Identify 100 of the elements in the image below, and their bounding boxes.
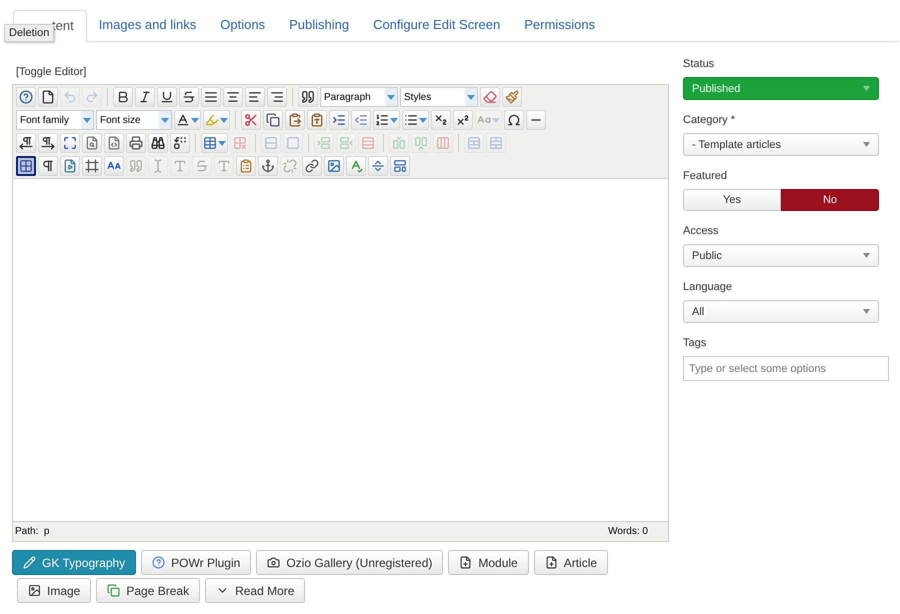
editor-extension-button[interactable]: Read More — [205, 578, 306, 603]
delete-table-icon — [233, 136, 247, 150]
row-properties-icon — [264, 136, 278, 150]
caret-icon — [419, 118, 427, 122]
image-icon — [28, 584, 41, 597]
caret-icon — [863, 142, 870, 147]
paragraph-left-icon — [19, 136, 33, 150]
toolbar-split-button[interactable] — [174, 110, 201, 130]
editor-extension-button[interactable]: Page Break — [96, 578, 200, 603]
field-label: Featured — [683, 170, 728, 182]
tab[interactable]: Configure Edit Screen — [361, 10, 512, 42]
field-label: Tags — [683, 337, 708, 349]
align-left-icon — [248, 90, 262, 104]
select-field[interactable]: - Template articles — [683, 133, 879, 156]
insert-row-after-icon — [339, 136, 353, 150]
table-icon — [203, 136, 217, 150]
toolbar-dropdown[interactable]: Styles — [400, 87, 478, 107]
toolbar-dropdown[interactable]: Font size — [96, 110, 172, 130]
toolbar-dropdown[interactable]: Paragraph — [320, 87, 398, 107]
field-label: Category * — [683, 114, 736, 126]
outdent-icon — [354, 113, 368, 127]
anchor-icon — [261, 159, 275, 173]
indent-icon — [332, 113, 346, 127]
numbered-list-icon — [375, 113, 389, 127]
tab[interactable]: Permissions — [512, 10, 608, 42]
pilcrow-icon — [41, 159, 55, 173]
select-field[interactable]: Public — [683, 244, 879, 267]
caret-icon — [159, 111, 171, 129]
editor-extension-button[interactable]: Article — [534, 550, 608, 575]
toolbar-split-button[interactable] — [402, 110, 429, 130]
page-break-icon — [371, 159, 385, 173]
editor-extension-button[interactable]: Ozio Gallery (Unregistered) — [256, 550, 444, 575]
strikethrough-icon — [182, 90, 196, 104]
insert-column-before-icon — [392, 136, 406, 150]
spellcheck-icon — [349, 159, 363, 173]
tags-input-field[interactable]: Type or select some options — [683, 356, 889, 381]
toolbar-button[interactable] — [16, 156, 36, 176]
unlink-icon — [283, 159, 297, 173]
tooltip: Deletion — [4, 24, 54, 42]
caret-icon — [191, 118, 199, 122]
camera-icon — [267, 556, 280, 569]
italic-icon — [138, 90, 152, 104]
undo-icon — [63, 90, 77, 104]
toolbar-dropdown[interactable]: Font family — [16, 110, 94, 130]
caret-icon — [492, 118, 500, 122]
caret-icon — [220, 118, 228, 122]
help-icon — [19, 90, 33, 104]
copy-icon — [266, 113, 280, 127]
add-file-icon — [459, 556, 472, 569]
caret-icon — [390, 118, 398, 122]
bold-icon — [116, 90, 130, 104]
underline-icon — [160, 90, 174, 104]
paragraph-right-icon — [41, 136, 55, 150]
binoculars-icon — [151, 136, 165, 150]
omega-icon — [507, 113, 521, 127]
attributes-icon — [239, 159, 253, 173]
pages-icon — [107, 584, 120, 597]
template-icon — [393, 159, 407, 173]
paste-text-icon — [310, 113, 324, 127]
element-path: Path: p — [15, 526, 50, 537]
delete-column-icon — [436, 136, 450, 150]
toggle-option[interactable]: Yes — [683, 189, 781, 211]
align-center-icon — [226, 90, 240, 104]
split-cells-icon — [467, 136, 481, 150]
field-label: Language — [683, 281, 733, 293]
insert-column-after-icon — [414, 136, 428, 150]
new-document-icon — [41, 90, 55, 104]
tab[interactable]: Images and links — [86, 10, 208, 42]
caret-icon — [385, 88, 397, 106]
strikethrough-icon — [195, 159, 209, 173]
delete-row-icon — [361, 136, 375, 150]
tab[interactable]: Options — [208, 10, 278, 42]
editor-extension-button[interactable]: POWr Plugin — [141, 550, 252, 575]
fullscreen-icon — [63, 136, 77, 150]
cell-properties-icon — [286, 136, 300, 150]
toolbar-split-button[interactable] — [373, 110, 400, 130]
preview-icon — [85, 136, 99, 150]
replace-icon — [173, 136, 187, 150]
field-label: Access — [683, 225, 720, 237]
printer-icon — [129, 136, 143, 150]
brush-icon — [505, 90, 519, 104]
insert-row-before-icon — [317, 136, 331, 150]
toggle-option[interactable]: No — [781, 189, 879, 211]
bullet-list-icon — [404, 113, 418, 127]
quote-icon — [129, 159, 143, 173]
toggle-editor-link[interactable]: [Toggle Editor] — [16, 66, 86, 78]
merge-cells-icon — [489, 136, 503, 150]
select-field[interactable]: All — [683, 300, 879, 323]
add-file-icon — [544, 556, 558, 569]
subscript-icon — [434, 113, 448, 127]
editor-extension-button[interactable]: GK Typography — [12, 550, 136, 575]
text-icon — [217, 159, 231, 173]
align-justify-icon — [204, 90, 218, 104]
editor-extension-button[interactable]: Image — [17, 578, 92, 603]
field-label: Status — [683, 58, 716, 70]
caret-icon — [863, 309, 870, 314]
editor-extension-button[interactable]: Module — [448, 550, 529, 575]
tab[interactable]: Publishing — [277, 10, 362, 42]
align-right-icon — [270, 90, 284, 104]
word-count: Words: 0 — [608, 526, 648, 537]
